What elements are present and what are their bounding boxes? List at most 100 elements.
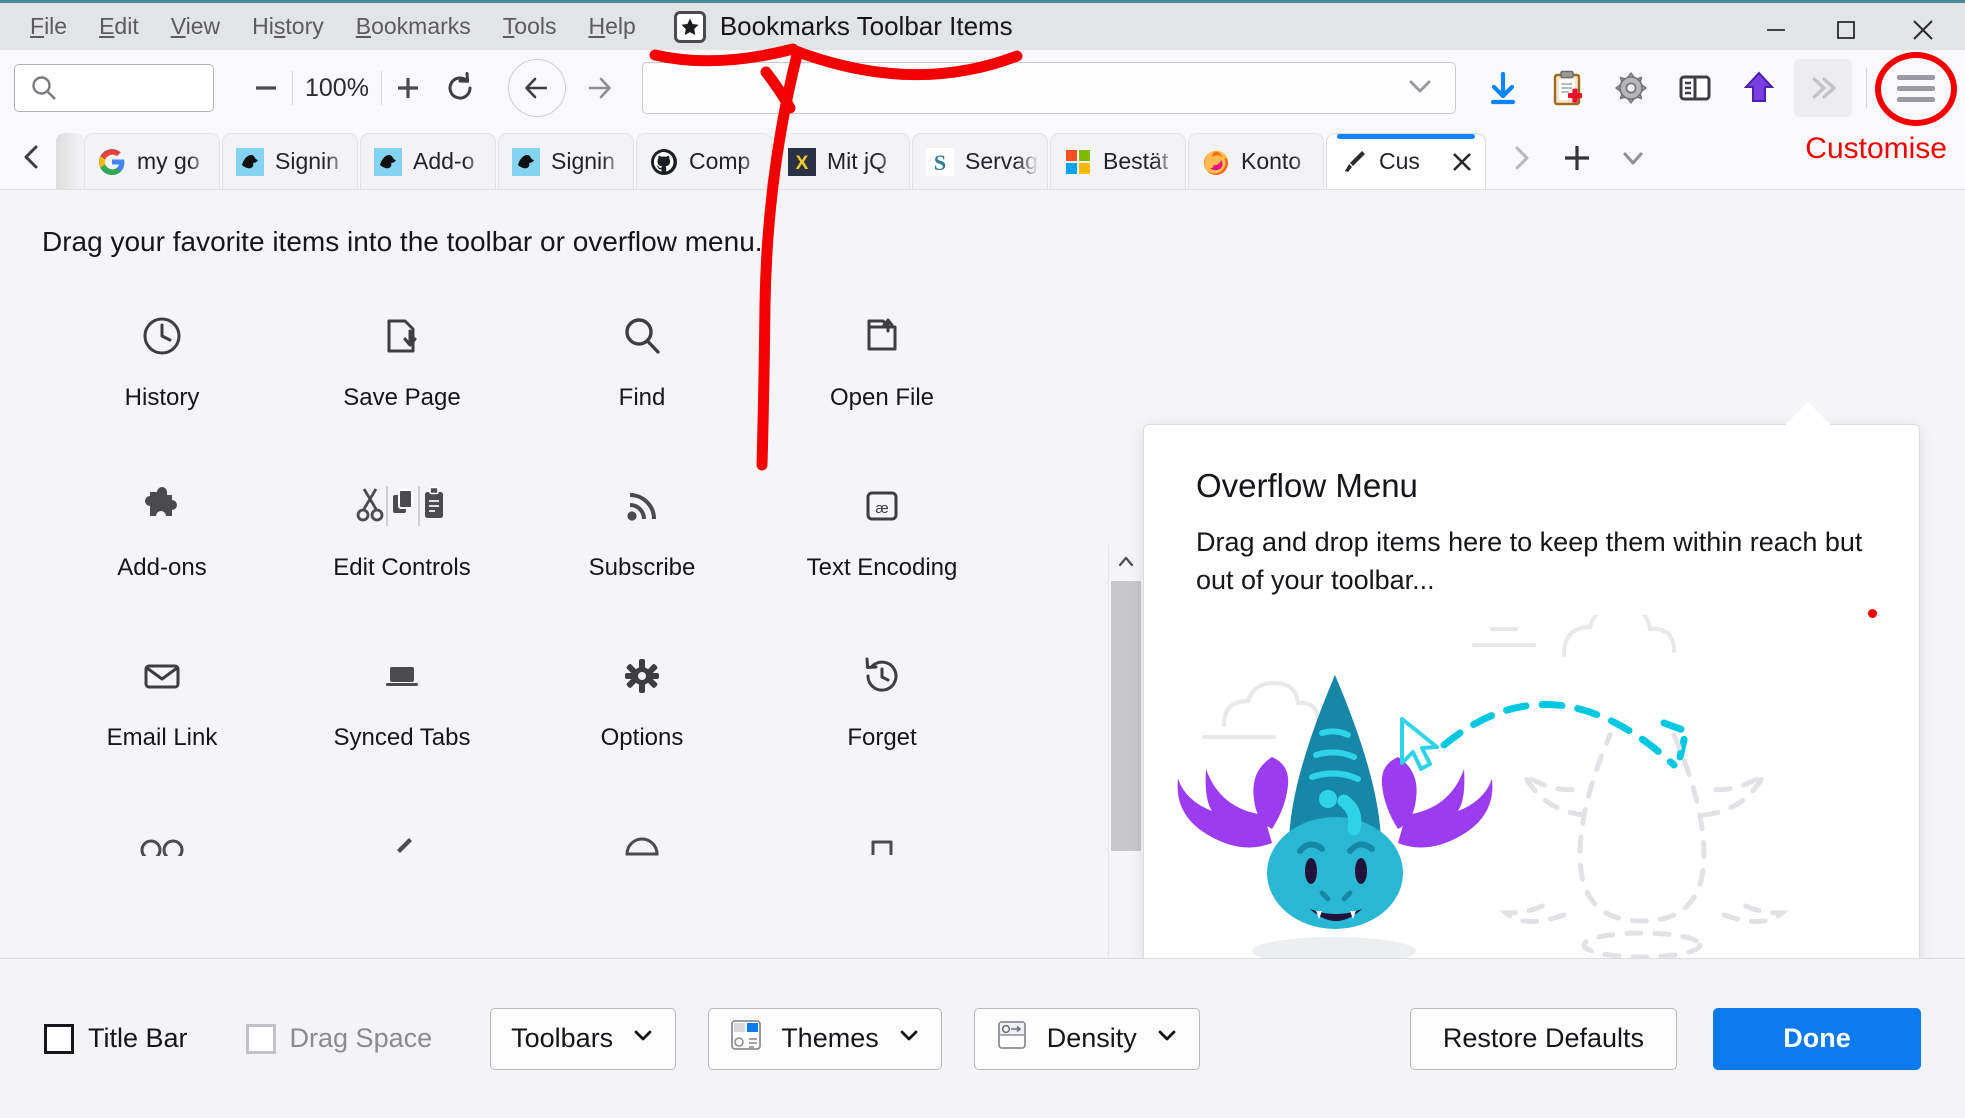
gear-icon xyxy=(619,650,665,702)
themes-dropdown[interactable]: Themes xyxy=(708,1007,942,1070)
restore-defaults-button[interactable]: Restore Defaults xyxy=(1409,1007,1677,1070)
title-bar-checkbox-group[interactable]: Title Bar xyxy=(44,1023,188,1054)
menu-file[interactable]: File xyxy=(14,9,83,44)
customise-main-area: Drag your favorite items into the toolba… xyxy=(0,190,1965,1118)
chevron-down-icon xyxy=(1155,1023,1179,1054)
zoom-in-button[interactable] xyxy=(382,62,434,114)
zoom-out-button[interactable] xyxy=(240,62,292,114)
palette-item-label: Forget xyxy=(847,724,917,751)
done-button[interactable]: Done xyxy=(1713,1007,1921,1070)
chevron-down-icon xyxy=(897,1023,921,1054)
address-bar-input[interactable] xyxy=(641,62,1456,114)
palette-item-forget[interactable]: Forget xyxy=(762,636,1002,778)
menu-view[interactable]: View xyxy=(155,9,236,44)
new-tab-button[interactable] xyxy=(1550,131,1604,185)
zoom-level-label[interactable]: 100% xyxy=(292,71,382,105)
toolbar-buttons xyxy=(1474,52,1957,126)
clipboard-add-icon[interactable] xyxy=(1538,59,1596,117)
tab-partial-offscreen[interactable] xyxy=(56,133,84,189)
blue-monster-drag-drop-illustration xyxy=(1144,602,1919,1015)
tab-scroll-left-button[interactable] xyxy=(8,125,56,189)
palette-item-label: History xyxy=(124,384,200,411)
back-arrow-icon[interactable] xyxy=(507,59,566,117)
upload-arrow-icon[interactable] xyxy=(1730,59,1788,117)
palette-item-label: Save Page xyxy=(343,384,461,411)
developer-icon xyxy=(379,820,425,856)
forward-arrow-icon[interactable] xyxy=(569,59,628,117)
dark-bird-icon xyxy=(235,147,265,177)
window-icon xyxy=(859,820,905,856)
palette-item-addons[interactable]: Add-ons xyxy=(42,466,282,608)
palette-item-partial-3[interactable] xyxy=(522,806,762,856)
tab-addons[interactable]: Add-o xyxy=(360,133,496,189)
tab-label: my go xyxy=(137,148,200,174)
tab-label: Servag xyxy=(965,148,1038,174)
overflow-chevrons-icon[interactable] xyxy=(1794,59,1852,117)
gear-icon[interactable] xyxy=(1602,59,1660,117)
tab-my-google[interactable]: my go xyxy=(84,133,220,189)
palette-item-edit-controls[interactable]: Edit Controls xyxy=(282,466,522,608)
palette-item-partial-2[interactable] xyxy=(282,806,522,856)
density-dropdown[interactable]: Density xyxy=(973,1007,1200,1070)
palette-item-save-page[interactable]: Save Page xyxy=(282,296,522,438)
rss-icon xyxy=(619,480,665,532)
close-icon[interactable] xyxy=(1881,6,1965,53)
toolbar-separator xyxy=(1866,68,1867,108)
theme-preview-icon xyxy=(729,1018,763,1059)
drag-space-label: Drag Space xyxy=(289,1023,433,1053)
maximise-icon[interactable] xyxy=(1811,6,1881,53)
toolbars-dropdown[interactable]: Toolbars xyxy=(490,1007,677,1070)
open-file-icon xyxy=(859,310,905,362)
title-bar-checkbox[interactable] xyxy=(44,1023,74,1054)
menu-bookmarks[interactable]: Bookmarks xyxy=(340,9,487,44)
tab-label: Mit jQ xyxy=(827,148,888,174)
chevron-down-icon[interactable] xyxy=(1403,69,1437,108)
zoom-controls-icon xyxy=(139,820,185,856)
palette-item-label: Open File xyxy=(829,384,935,411)
hamburger-menu-button[interactable] xyxy=(1875,52,1957,126)
downloads-icon[interactable] xyxy=(1474,59,1532,117)
palette-item-find[interactable]: Find xyxy=(522,296,762,438)
palette-item-history[interactable]: History xyxy=(42,296,282,438)
clock-icon xyxy=(139,310,185,362)
page-title: Bookmarks Toolbar Items xyxy=(719,11,1013,41)
tab-customise[interactable]: Cus xyxy=(1326,133,1486,189)
palette-item-open-file[interactable]: Open File xyxy=(762,296,1002,438)
palette-item-label: Text Encoding xyxy=(806,554,958,581)
tab-mit-jq[interactable]: X Mit jQ xyxy=(774,133,910,189)
tab-servage[interactable]: S Servag xyxy=(912,133,1048,189)
synced-tabs-icon xyxy=(379,650,425,702)
sidebar-icon[interactable] xyxy=(1666,59,1724,117)
drag-space-checkbox-group: Drag Space xyxy=(245,1023,433,1054)
palette-item-subscribe[interactable]: Subscribe xyxy=(522,466,762,608)
menu-history[interactable]: History xyxy=(236,9,340,44)
tab-signin-1[interactable]: Signin xyxy=(222,133,358,189)
tab-scroll-right-button[interactable] xyxy=(1494,131,1548,185)
close-icon[interactable] xyxy=(1447,149,1477,175)
tab-konto[interactable]: Konto xyxy=(1188,133,1324,189)
minimise-icon[interactable] xyxy=(1741,6,1811,53)
menu-edit[interactable]: Edit xyxy=(83,9,155,44)
menu-help[interactable]: Help xyxy=(573,9,652,44)
palette-item-email-link[interactable]: Email Link xyxy=(42,636,282,778)
palette-item-partial-4[interactable] xyxy=(762,806,1002,856)
palette-item-partial-1[interactable] xyxy=(42,806,282,856)
scrollbar-thumb[interactable] xyxy=(1110,581,1141,851)
palette-item-text-encoding[interactable]: æ Text Encoding xyxy=(762,466,1002,608)
tab-github-compare[interactable]: Comp xyxy=(636,133,772,189)
tab-bestatigen[interactable]: Bestät xyxy=(1050,133,1186,189)
window-title-group: Bookmarks Toolbar Items xyxy=(673,10,1013,43)
tab-signin-2[interactable]: Signin xyxy=(498,133,634,189)
list-all-tabs-button[interactable] xyxy=(1606,131,1660,185)
reload-icon[interactable] xyxy=(434,62,486,114)
chevron-up-icon[interactable] xyxy=(1109,545,1143,579)
window-controls xyxy=(1741,6,1965,53)
palette-item-synced-tabs[interactable]: Synced Tabs xyxy=(282,636,522,778)
chevron-down-icon xyxy=(631,1023,655,1054)
palette-item-label: Add-ons xyxy=(117,554,207,581)
menu-tools[interactable]: Tools xyxy=(487,9,573,44)
palette-item-options[interactable]: Options xyxy=(522,636,762,778)
palette-grid: History Save Page Find Open File Add-ons… xyxy=(42,296,1052,856)
google-icon xyxy=(97,147,127,177)
search-input[interactable] xyxy=(14,64,214,112)
